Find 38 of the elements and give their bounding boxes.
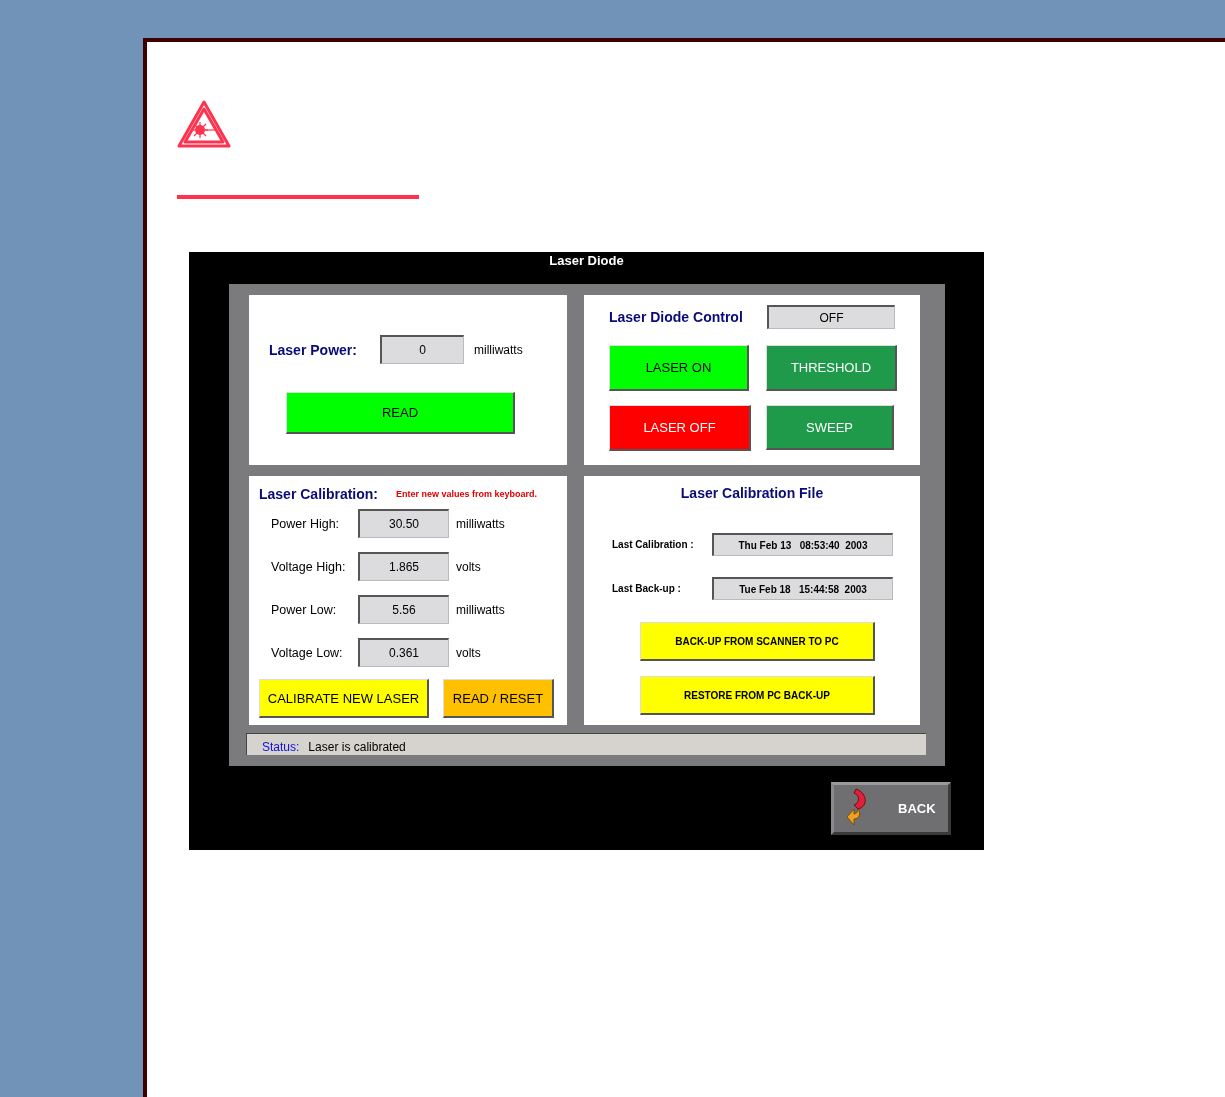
diode-control-label: Laser Diode Control [609,309,744,325]
laser-control-button[interactable]: LASER OFF [609,405,751,451]
status-label: Status: [262,740,300,754]
calibration-button[interactable]: CALIBRATE NEW LASER [259,679,429,718]
calibration-file-title: Laser Calibration File [680,485,824,501]
unit-label: milliwatts [456,602,505,617]
field-label: Power High: [271,516,341,531]
field-label: Voltage High: [271,559,347,574]
date-label: Last Back-up : [612,583,682,594]
calibration-field[interactable]: 5.56 [358,595,449,624]
calibration-field[interactable]: 30.50 [358,509,449,538]
laser-power-field: 0 [380,335,464,364]
keyboard-hint: Enter new values from keyboard. [396,489,538,499]
date-field: Tue Feb 18 15:44:58 2003 [712,577,893,600]
calibration-field[interactable]: 0.361 [358,638,449,667]
read-button[interactable]: READ [286,392,515,434]
laser-control-button[interactable]: THRESHOLD [766,345,897,391]
laser-control-button[interactable]: SWEEP [766,405,894,450]
calibration-field[interactable]: 1.865 [358,552,449,581]
unit-label: milliwatts [474,342,523,357]
field-label: Power Low: [271,602,338,617]
laser-warning-icon [177,100,231,150]
unit-label: volts [456,559,481,574]
field-label: Voltage Low: [271,645,344,660]
laser-state-field: OFF [767,305,895,329]
date-field: Thu Feb 13 08:53:40 2003 [712,533,893,556]
backup-button[interactable]: RESTORE FROM PC BACK-UP [640,676,875,715]
laser-power-label: Laser Power: [269,341,358,358]
date-label: Last Calibration : [612,539,695,550]
back-button[interactable]: BACK [831,782,951,835]
laser-control-button[interactable]: LASER ON [609,345,749,391]
calibration-title: Laser Calibration: [259,486,379,502]
unit-label: volts [456,645,481,660]
unit-label: milliwatts [456,516,505,531]
calibration-button[interactable]: READ / RESET [443,679,554,718]
screen-title: Laser Diode [548,252,625,270]
backup-button[interactable]: BACK-UP FROM SCANNER TO PC [640,622,875,661]
status-text: Laser is calibrated [308,740,406,754]
